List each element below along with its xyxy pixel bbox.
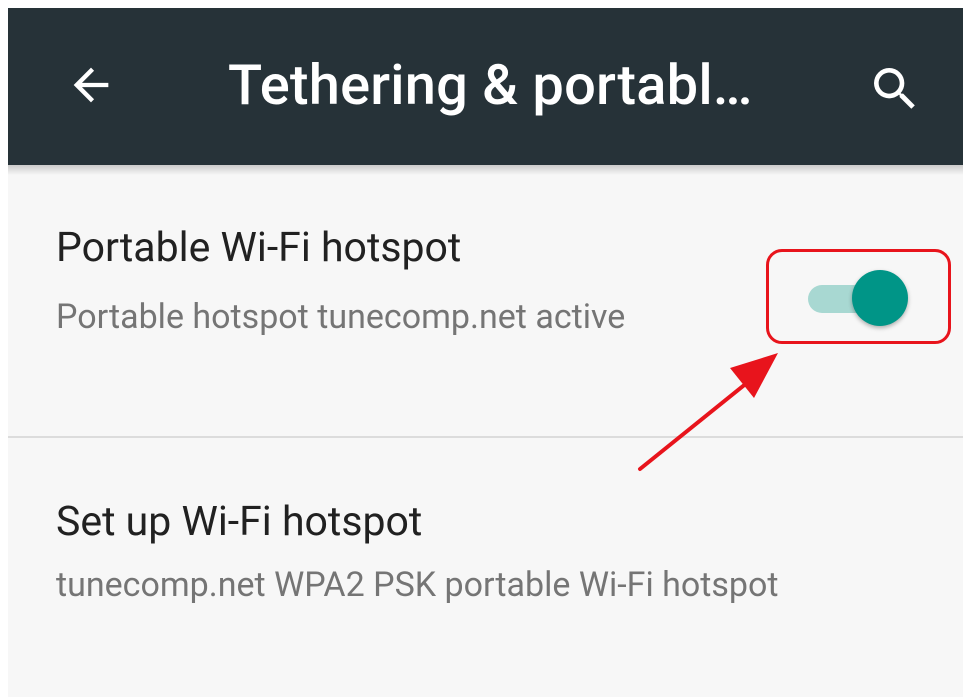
setting-summary: tunecomp.net WPA2 PSK portable Wi-Fi hot… [56, 565, 779, 605]
setting-summary: Portable hotspot tunecomp.net active [56, 297, 626, 337]
annotation-highlight-box [766, 249, 951, 344]
app-toolbar: Tethering & portabl… [8, 8, 963, 165]
settings-screen: Tethering & portabl… Portable Wi-Fi hots… [8, 8, 963, 697]
search-icon [874, 68, 915, 109]
setting-setup-hotspot[interactable]: Set up Wi-Fi hotspot tunecomp.net WPA2 P… [8, 438, 963, 697]
setting-title: Set up Wi-Fi hotspot [56, 498, 423, 546]
search-button[interactable] [860, 54, 930, 124]
arrow-back-icon [73, 67, 109, 103]
back-button[interactable] [56, 50, 126, 120]
page-title: Tethering & portabl… [228, 52, 753, 118]
toolbar-shadow [8, 165, 963, 175]
setting-title: Portable Wi-Fi hotspot [56, 224, 462, 272]
